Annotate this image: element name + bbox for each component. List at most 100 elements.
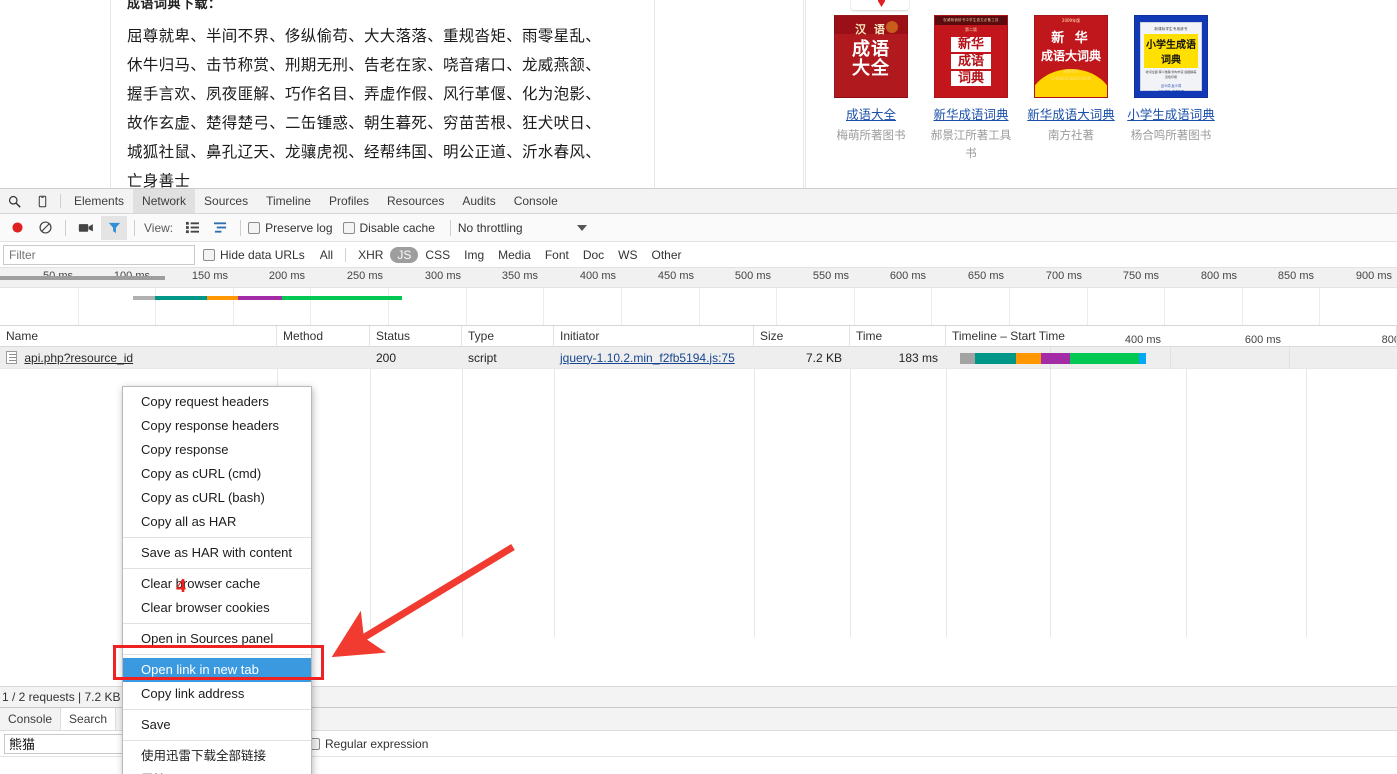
filter-funnel-icon[interactable]: [101, 215, 127, 240]
seal-icon: [886, 21, 898, 33]
cell-waterfall[interactable]: [946, 346, 1397, 369]
column-header-size[interactable]: Size: [754, 325, 850, 347]
book-card[interactable]: 权威畅销辞书中学生语文必备工具 第二版 新华 成语 词典 新华成语词典 郝景江所…: [926, 15, 1016, 162]
tab-profiles[interactable]: Profiles: [320, 189, 378, 213]
table-row[interactable]: api.php?resource_id 200 script jquery-1.…: [0, 346, 1397, 369]
second-request-stalled: [155, 296, 207, 300]
network-overview-timeline[interactable]: 50 ms100 ms150 ms200 ms250 ms300 ms350 m…: [0, 268, 1397, 326]
filter-type-ws[interactable]: WS: [611, 247, 644, 263]
filter-type-font[interactable]: Font: [538, 247, 576, 263]
filter-type-media[interactable]: Media: [491, 247, 538, 263]
book-card[interactable]: 新课标学生专用辞书 小学生成语词典 收词全面 释义准确 例句丰富 插图精美 双色…: [1126, 15, 1216, 162]
context-menu-item[interactable]: Copy request headers: [123, 390, 311, 414]
overview-tick-label: 350 ms: [501, 270, 538, 282]
initiator-link[interactable]: jquery-1.10.2.min_f2fb5194.js:75: [560, 351, 735, 365]
view-list-icon[interactable]: [179, 216, 205, 240]
column-header-name[interactable]: Name: [0, 325, 277, 347]
book-card[interactable]: 2009年版 新 华 成语大词典 XINHUA CHENGYUDACIDIAN …: [1026, 15, 1116, 162]
overview-tick-label: 300 ms: [424, 270, 461, 282]
context-menu-item[interactable]: Copy response: [123, 438, 311, 462]
table-gridline: [554, 369, 555, 637]
disable-cache-checkbox[interactable]: Disable cache: [342, 220, 435, 235]
context-menu-item[interactable]: Clear browser cookies: [123, 596, 311, 620]
context-menu-item[interactable]: Copy as cURL (cmd): [123, 462, 311, 486]
context-menu-item[interactable]: Copy all as HAR: [123, 510, 311, 534]
tab-sources[interactable]: Sources: [195, 189, 257, 213]
hide-data-urls-checkbox[interactable]: Hide data URLs: [203, 248, 305, 262]
context-menu-item[interactable]: Open in Sources panel: [123, 627, 311, 651]
checkbox-box: [248, 221, 261, 234]
cell-name[interactable]: api.php?resource_id: [0, 347, 277, 369]
waterfall-tail: [1139, 352, 1146, 364]
filter-type-css[interactable]: CSS: [418, 247, 457, 263]
drawer-tab-search[interactable]: Search: [60, 708, 117, 730]
column-header-type[interactable]: Type: [462, 325, 554, 347]
inspect-element-icon[interactable]: [0, 189, 28, 213]
overview-tick-label: 850 ms: [1277, 270, 1314, 282]
column-header-initiator[interactable]: Initiator: [554, 325, 754, 347]
column-header-timeline[interactable]: Timeline – Start Time 400 ms 600 ms 800: [946, 325, 1397, 347]
preserve-log-label: Preserve log: [265, 220, 333, 235]
filter-type-xhr[interactable]: XHR: [351, 247, 390, 263]
cover-title-text: 成语 大全: [852, 39, 890, 79]
request-context-menu[interactable]: Copy request headers Copy response header…: [122, 386, 312, 774]
context-menu-item[interactable]: Copy link address: [123, 682, 311, 706]
view-label: View:: [144, 220, 174, 235]
tab-network[interactable]: Network: [133, 189, 196, 213]
column-header-method[interactable]: Method: [277, 325, 370, 347]
column-header-status[interactable]: Status: [370, 325, 462, 347]
cover-title-stack: 新华 成语 词典: [951, 37, 991, 86]
book-card-list: 汉 语 成语 大全 成语大全 梅萌所著图书 权威畅销辞书中学生语文必备工具 第二版…: [826, 15, 1216, 162]
preserve-log-checkbox[interactable]: Preserve log: [248, 220, 333, 235]
tab-console[interactable]: Console: [505, 189, 567, 213]
overview-tick-label: 650 ms: [967, 270, 1004, 282]
cell-initiator[interactable]: jquery-1.10.2.min_f2fb5194.js:75: [554, 347, 754, 369]
request-name-link[interactable]: api.php?resource_id: [24, 351, 133, 365]
tab-elements[interactable]: Elements: [65, 189, 133, 213]
timeline-tick-label: 600 ms: [1244, 333, 1281, 346]
book-title-link[interactable]: 新华成语大词典: [1026, 105, 1116, 124]
capture-screenshots-camera-icon[interactable]: [73, 216, 99, 240]
book-card[interactable]: 汉 语 成语 大全 成语大全 梅萌所著图书: [826, 15, 916, 162]
table-gridline: [1050, 369, 1051, 637]
context-menu-item[interactable]: 使用迅雷下载全部链接: [123, 744, 311, 768]
table-gridline: [850, 369, 851, 637]
filter-type-js[interactable]: JS: [390, 246, 419, 263]
second-request-download: [282, 296, 402, 300]
record-button-icon[interactable]: [4, 216, 30, 240]
context-menu-item[interactable]: Copy response headers: [123, 414, 311, 438]
cover-year-text: 2009年版: [1061, 18, 1081, 23]
context-menu-item[interactable]: Save as HAR with content: [123, 541, 311, 565]
filter-type-other[interactable]: Other: [645, 247, 689, 263]
column-header-time[interactable]: Time: [850, 325, 946, 347]
clear-button-icon[interactable]: [32, 216, 58, 240]
filter-type-all[interactable]: All: [313, 247, 340, 263]
view-waterfall-icon[interactable]: [207, 216, 233, 240]
cover-title-line2: 成语大词典: [1040, 49, 1101, 63]
context-menu-divider: [123, 709, 311, 710]
regular-expression-checkbox[interactable]: Regular expression: [308, 737, 428, 751]
context-menu-item[interactable]: Open link in new tab: [123, 658, 311, 682]
book-title-link[interactable]: 新华成语词典: [926, 105, 1016, 124]
overview-tick-line: [1242, 288, 1243, 325]
tab-timeline[interactable]: Timeline: [257, 189, 320, 213]
throttling-select[interactable]: No throttling: [458, 221, 587, 235]
context-menu-item[interactable]: Copy as cURL (bash): [123, 486, 311, 510]
book-author: 梅萌所著图书: [836, 128, 906, 142]
filter-input[interactable]: [3, 244, 195, 265]
device-toolbar-icon[interactable]: [28, 189, 56, 213]
cell-time: 183 ms: [898, 350, 938, 365]
context-menu-item[interactable]: Save: [123, 713, 311, 737]
disable-cache-label: Disable cache: [359, 220, 435, 235]
overview-tick-label: 250 ms: [346, 270, 383, 282]
filter-type-doc[interactable]: Doc: [576, 247, 611, 263]
tab-resources[interactable]: Resources: [378, 189, 453, 213]
drawer-tab-console[interactable]: Console: [0, 708, 60, 730]
context-menu-item[interactable]: Clear browser cache: [123, 572, 311, 596]
book-title-link[interactable]: 小学生成语词典: [1126, 105, 1216, 124]
filter-type-img[interactable]: Img: [457, 247, 491, 263]
book-title-link[interactable]: 成语大全: [826, 105, 916, 124]
regular-expression-label: Regular expression: [325, 736, 429, 751]
context-menu-item[interactable]: 属性(P): [123, 768, 311, 774]
tab-audits[interactable]: Audits: [453, 189, 504, 213]
